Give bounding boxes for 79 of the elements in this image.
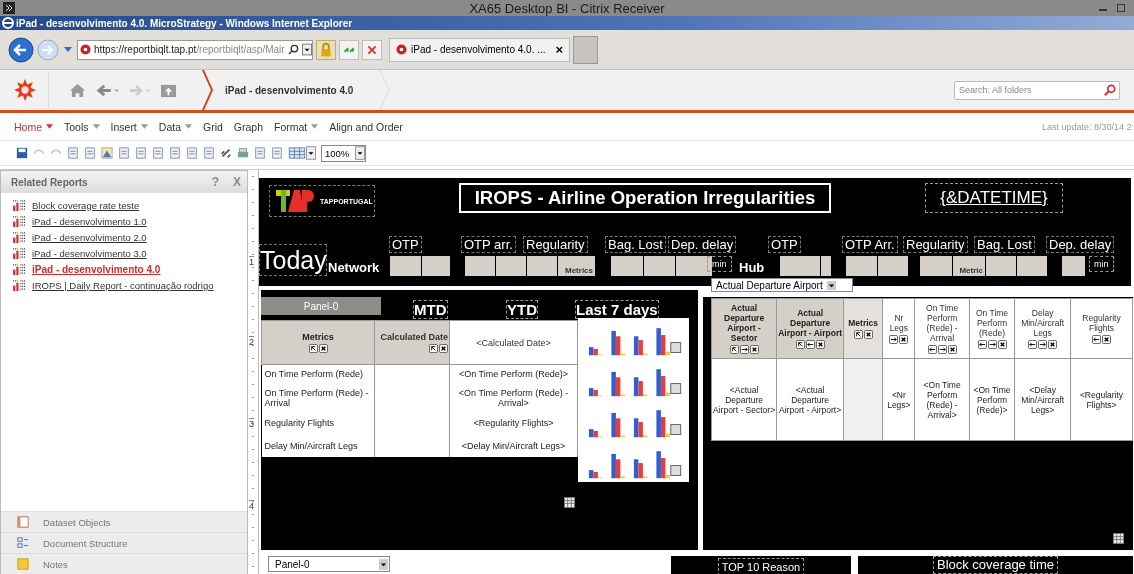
unit-label: min	[707, 256, 732, 272]
report-link[interactable]: IROPS | Daily Report - continuação rodrigo	[32, 279, 214, 291]
table-cell: Delay Min/Aircraft Legs	[261, 434, 375, 457]
report-link[interactable]: iPad - desenvolvimento 1.0	[32, 215, 147, 227]
section-label: Hub	[739, 260, 765, 275]
table-cell: <Actual Departure Airport - Sector>	[713, 384, 776, 415]
report-link[interactable]: iPad - desenvolvimento 3.0	[32, 247, 147, 259]
airport-dropdown[interactable]: Actual Departure Airport	[711, 278, 853, 292]
panel-title: Related Reports	[11, 176, 88, 188]
panel-tab[interactable]: Notes	[1, 553, 247, 574]
column-header: On Time Perform (Rede) - Arrival	[915, 298, 970, 359]
menu-item[interactable]: Format	[274, 120, 319, 133]
table-cell: <Delay Min/Aircraft Legs>	[1021, 384, 1065, 415]
column-header: Actual Departure Airport - Sector	[711, 298, 777, 359]
today-label: Today	[259, 244, 327, 276]
metric-label: OTP	[768, 236, 801, 253]
panel-tab[interactable]: Document Structure	[1, 532, 247, 553]
ruler-number: 1	[249, 256, 254, 267]
menu-item[interactable]: Tools	[64, 120, 100, 133]
metric-label: OTP Arr.	[842, 236, 898, 253]
ruler-number: 3	[249, 418, 254, 429]
table-cell: <Nr Legs>	[887, 389, 911, 410]
metric-cell: Metrics	[558, 256, 595, 276]
table-cell: On Time Perform (Rede) - Arrival	[261, 383, 375, 412]
unit-label: min	[1089, 256, 1114, 272]
panel-dropdown[interactable]: Panel-0	[268, 556, 390, 572]
section-label: Network	[328, 260, 380, 275]
menu-item[interactable]: Home	[14, 120, 53, 133]
datetime-field: {&DATETIME}	[925, 183, 1063, 213]
metric-label: Regularity	[523, 236, 588, 253]
report-link[interactable]: iPad - desenvolvimento 4.0	[32, 263, 161, 275]
table-cell: Regularity Flights	[261, 411, 375, 435]
address-field[interactable]: https://reportbiqlt.tap.pt/reportbiqlt/asp/Mair	[77, 39, 313, 60]
window-title: XA65 Desktop BI - Citrix Receiver	[468, 0, 666, 16]
table-cell: <On Time Perform (Rede)>	[973, 384, 1011, 415]
metric-label: Dep. delay	[1046, 236, 1115, 253]
breadcrumb[interactable]: iPad - desenvolvimento 4.0	[225, 84, 354, 96]
column-header: Delay Min/Aircraft Legs	[1014, 298, 1071, 359]
menu-item[interactable]: Align and Order	[329, 120, 403, 133]
ruler-number: 2	[249, 336, 254, 347]
panel-title: Block coverage time	[932, 556, 1059, 574]
table-cell: <Regularity Flights>	[1079, 389, 1124, 410]
metric-label: Regularity	[903, 236, 968, 253]
menu-item[interactable]: Data	[158, 120, 192, 133]
report-link[interactable]: iPad - desenvolvimento 2.0	[32, 231, 147, 243]
ruler-number: 4	[249, 500, 254, 511]
column-header: Actual Departure Airport - Airport	[776, 298, 844, 359]
column-header: Metrics	[261, 320, 375, 365]
metric-label: Bag. Lost	[605, 236, 666, 253]
zoom-dropdown[interactable]: 100%	[321, 144, 367, 162]
report-link[interactable]: Block coverage rate teste	[32, 199, 140, 211]
menu-item[interactable]: Graph	[233, 120, 263, 133]
column-header: <Calculated Date>	[449, 320, 578, 365]
column-header: Regularity Flights	[1070, 298, 1133, 359]
window-title: iPad - desenvolvimento 4.0. MicroStrategy - Windows Internet Explorer	[16, 17, 353, 29]
last-update-text: Last update: 8/30/14 2:	[1041, 121, 1134, 132]
menu-item[interactable]: Grid	[203, 120, 223, 133]
report-title: IROPS - Airline Operation Irregularities	[459, 183, 831, 213]
panel-tab[interactable]: Dataset Objects	[1, 511, 247, 532]
table-cell: <On Time Perform (Rede) - Arrival>	[923, 379, 961, 420]
table-cell: <Regularity Flights>	[449, 411, 578, 435]
period-heading: MTD	[413, 300, 448, 319]
close-button[interactable]: ×	[555, 42, 564, 57]
table-cell: <On Time Perform (Rede) - Arrival>	[449, 383, 578, 412]
column-header: Nr Legs	[882, 298, 915, 359]
menu-item[interactable]: Insert	[110, 120, 148, 133]
metric-label: Dep. delay	[668, 236, 737, 253]
metric-label: OTP arr.	[461, 236, 516, 253]
browser-tab[interactable]: iPad - desenvolvimento 4.0. ... ×	[389, 37, 571, 62]
search-field[interactable]: Search: All folders	[954, 80, 1120, 100]
panel-title: TOP 10 Reason	[717, 558, 805, 574]
period-heading: YTD	[506, 300, 538, 319]
column-header: On Time Perform (Rede)	[969, 298, 1015, 359]
metric-label: OTP	[389, 236, 422, 253]
metric-cell: Metric	[953, 256, 985, 276]
column-header: Metrics	[843, 298, 883, 359]
metric-label: Bag. Lost	[974, 236, 1035, 253]
column-header: Calculated Date	[374, 320, 450, 365]
table-cell: <Actual Departure Airport - Airport>	[779, 384, 842, 415]
